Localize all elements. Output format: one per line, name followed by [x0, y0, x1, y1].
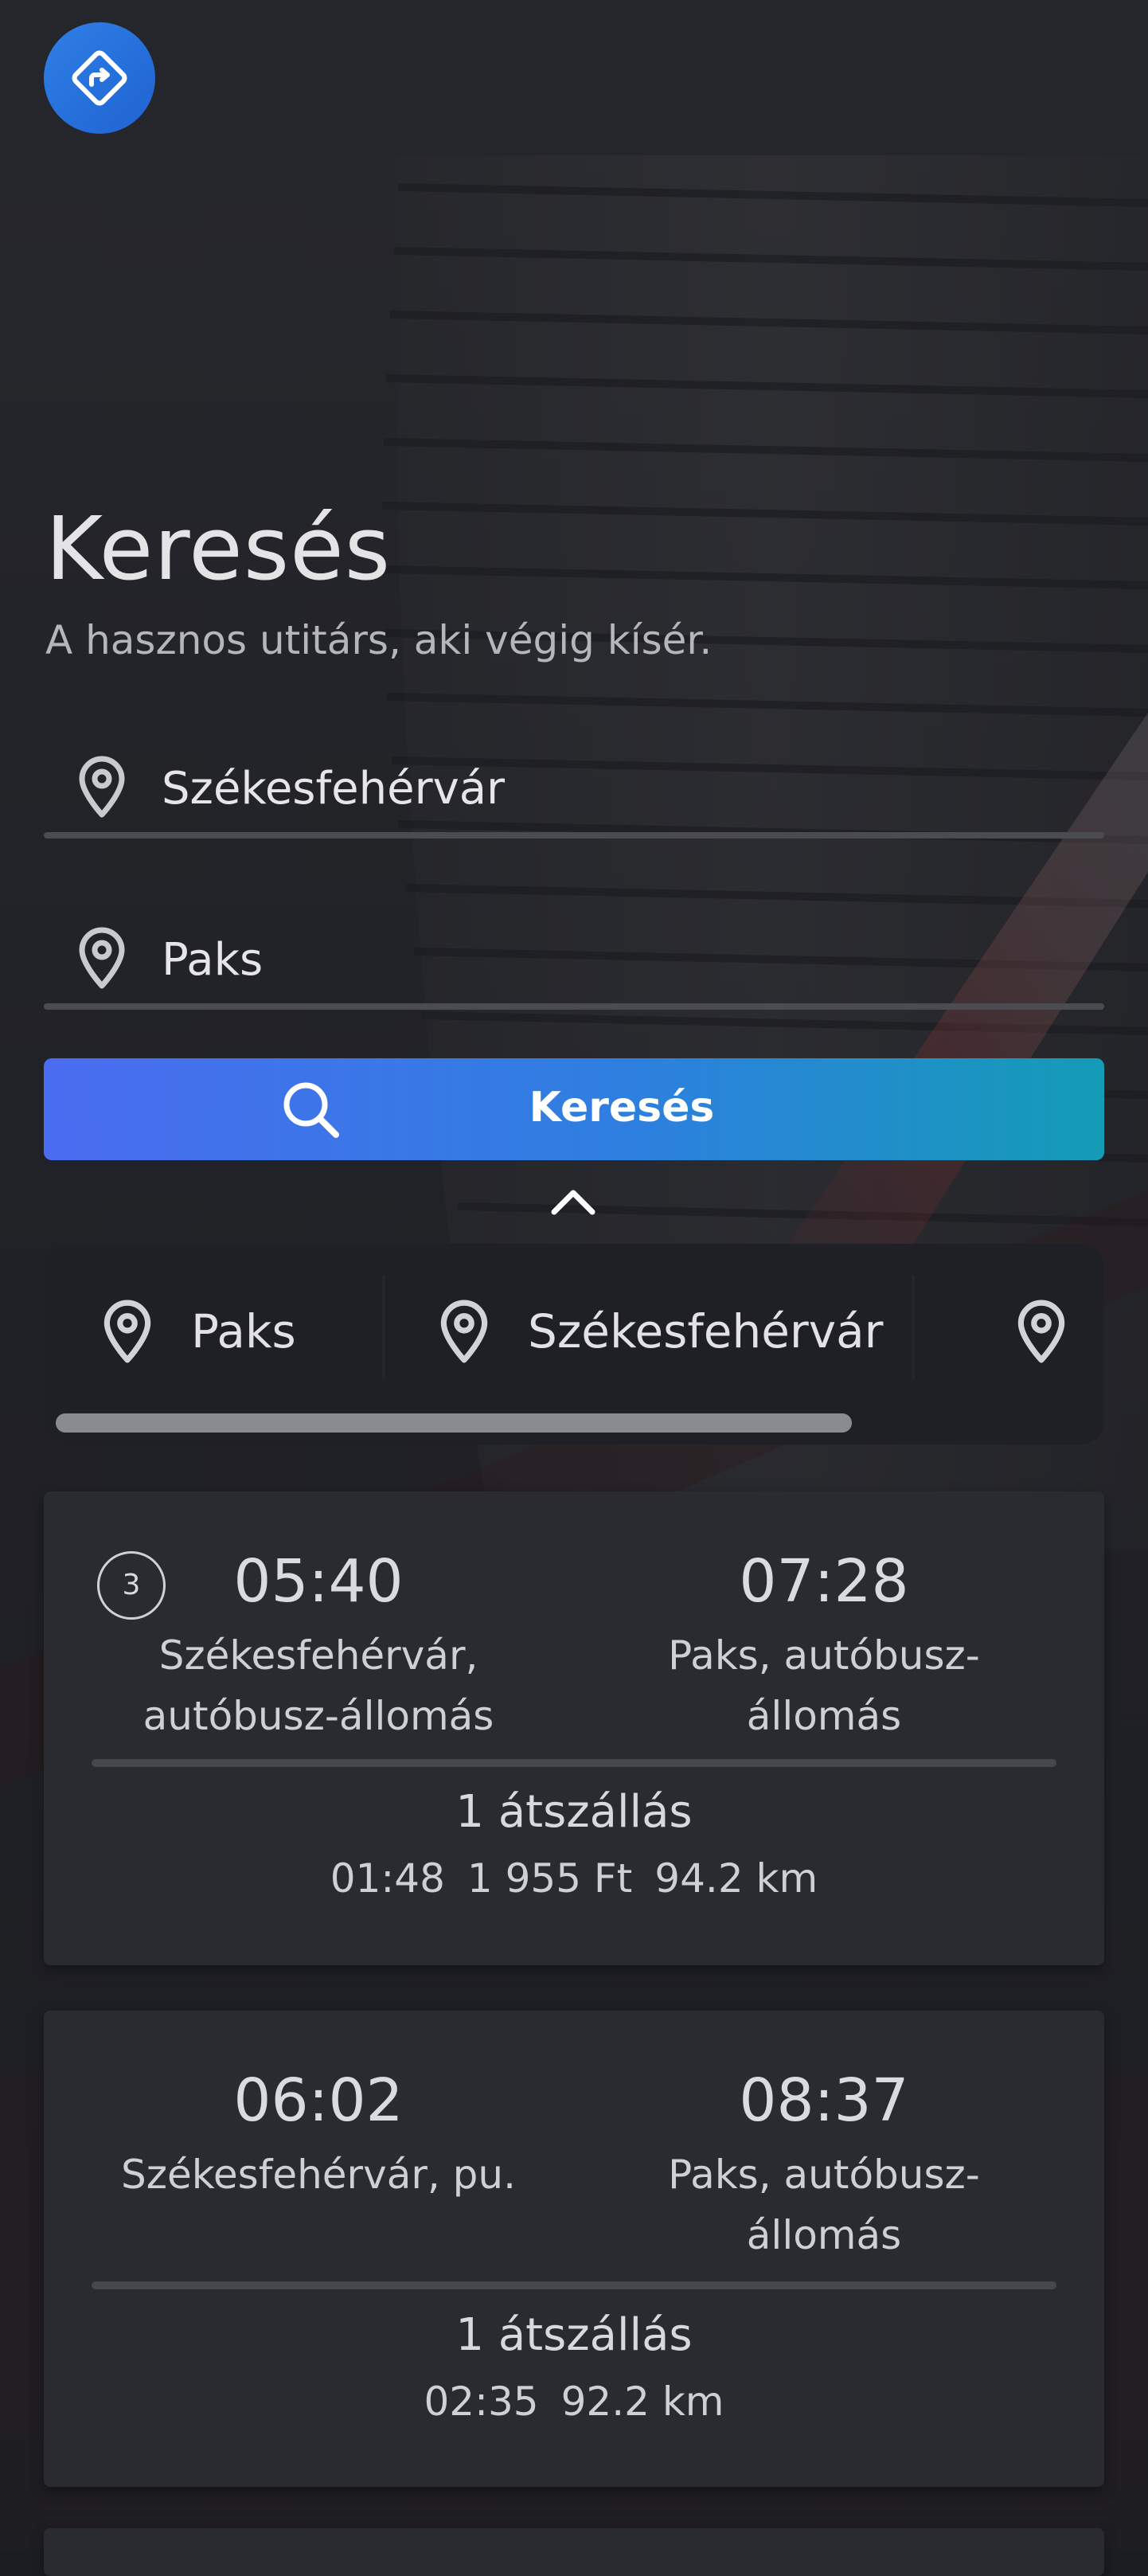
departure-time: 06:02: [233, 2066, 404, 2135]
departure-place: Székesfehérvár, autóbusz-állomás: [143, 1632, 494, 1739]
chevron-up-icon[interactable]: [549, 1185, 597, 1217]
recent-separator: [912, 1276, 915, 1379]
page-title: Keresés: [45, 498, 392, 600]
location-pin-icon: [79, 756, 125, 818]
arrival-place: Paks, autóbusz-állomás: [668, 2152, 980, 2258]
departure-time: 05:40: [233, 1547, 404, 1616]
route-summary: 1 átszállás 01:48 1 955 Ft 94.2 km: [44, 1786, 1104, 1902]
location-pin-icon: [1017, 1300, 1065, 1363]
to-value: Paks: [162, 934, 264, 986]
route-summary: 1 átszállás 02:35 92.2 km: [44, 2309, 1104, 2425]
recent-item[interactable]: [1013, 1288, 1104, 1375]
recent-separator: [382, 1276, 385, 1379]
to-underline: [44, 1003, 1104, 1010]
route-meta: 01:48 1 955 Ft 94.2 km: [44, 1855, 1104, 1902]
travel-distance: 94.2 km: [654, 1855, 818, 1902]
recent-item[interactable]: Paks: [100, 1288, 296, 1375]
departure-block: 06:02 Székesfehérvár, pu.: [96, 2065, 541, 2205]
from-field[interactable]: Székesfehérvár: [44, 711, 1104, 838]
travel-distance: 92.2 km: [560, 2379, 724, 2425]
route-meta: 02:35 92.2 km: [44, 2379, 1104, 2425]
arrival-place: Paks, autóbusz-állomás: [668, 1632, 980, 1739]
card-divider: [92, 2281, 1056, 2289]
location-pin-icon: [103, 1300, 151, 1363]
transfer-count: 1 átszállás: [455, 1786, 693, 1838]
page-subtitle: A hasznos utitárs, aki végig kísér.: [45, 617, 713, 663]
search-button-label: Keresés: [529, 1084, 715, 1132]
card-divider: [92, 1759, 1056, 1767]
horizontal-scrollbar[interactable]: [56, 1413, 852, 1433]
result-card[interactable]: 06:02 Székesfehérvár, pu. 08:37 Paks, au…: [44, 2011, 1104, 2487]
result-card[interactable]: [44, 2528, 1104, 2576]
to-field[interactable]: Paks: [44, 882, 1104, 1010]
recent-item-label: Székesfehérvár: [528, 1304, 884, 1358]
recent-item-label: Paks: [191, 1304, 296, 1358]
from-underline: [44, 832, 1104, 838]
travel-duration: 02:35: [424, 2379, 539, 2425]
arrival-time: 08:37: [739, 2066, 909, 2135]
from-value: Székesfehérvár: [162, 763, 506, 815]
directions-sign-icon[interactable]: [44, 22, 155, 134]
ticket-price: 1 955 Ft: [467, 1855, 633, 1902]
location-pin-icon: [440, 1300, 488, 1363]
arrival-time: 07:28: [739, 1547, 909, 1616]
result-card[interactable]: 3 05:40 Székesfehérvár, autóbusz-állomás…: [44, 1491, 1104, 1965]
location-pin-icon: [79, 927, 125, 989]
departure-block: 05:40 Székesfehérvár, autóbusz-állomás: [96, 1546, 541, 1746]
recent-item[interactable]: Székesfehérvár: [436, 1288, 883, 1375]
departure-place: Székesfehérvár, pu.: [121, 2152, 516, 2198]
transfer-count: 1 átszállás: [455, 2309, 693, 2361]
travel-duration: 01:48: [330, 1855, 445, 1902]
app-bar: [0, 0, 1148, 155]
recent-destinations[interactable]: Paks Székesfehérvár: [44, 1244, 1104, 1444]
arrival-block: 07:28 Paks, autóbusz-állomás: [601, 1546, 1047, 1746]
search-button[interactable]: Keresés: [44, 1058, 1104, 1160]
arrival-block: 08:37 Paks, autóbusz-állomás: [601, 2065, 1047, 2265]
